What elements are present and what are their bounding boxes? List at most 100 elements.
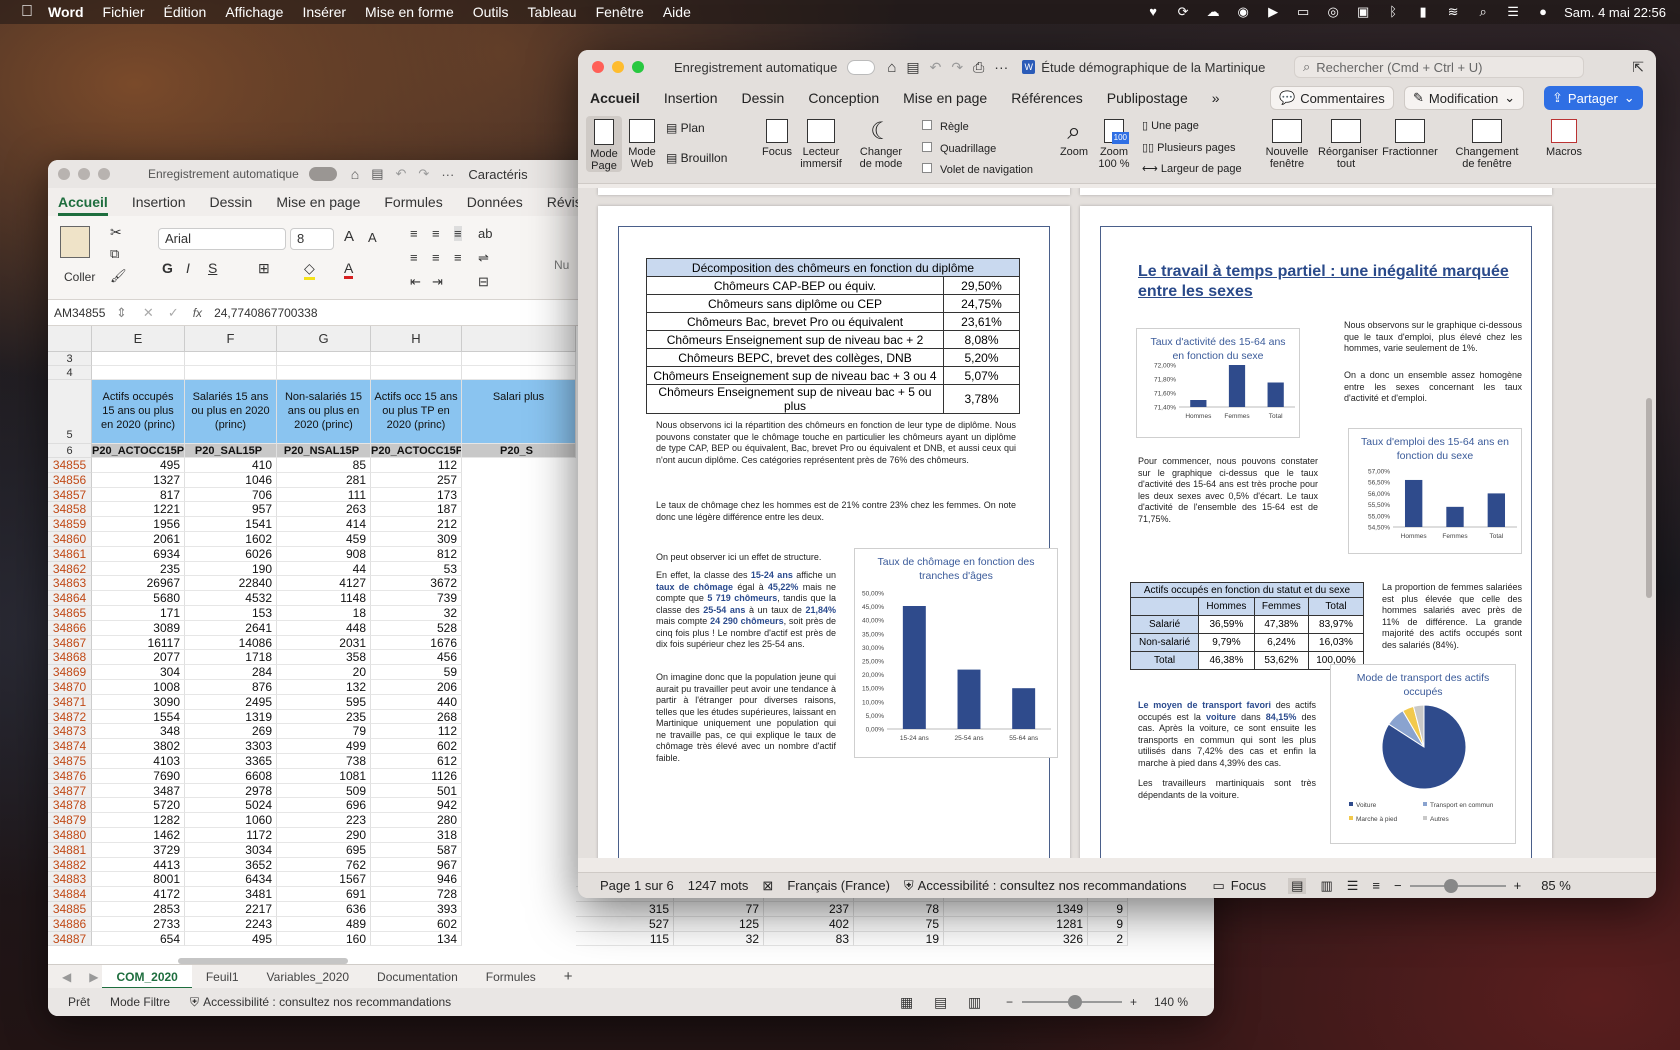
siri-icon[interactable]: ● [1534, 5, 1552, 19]
font-size-select[interactable]: 8 [290, 228, 334, 250]
mode-web-button[interactable]: Mode Web [624, 119, 660, 170]
data-cell[interactable]: 489 [277, 916, 371, 932]
data-cell[interactable]: 16117 [92, 635, 185, 651]
menu-affichage[interactable]: Affichage [225, 4, 283, 20]
data-cell[interactable]: 967 [371, 857, 462, 873]
namebox-stepper-icon[interactable]: ⇕ [116, 305, 127, 321]
data-cell[interactable]: 654 [92, 931, 185, 947]
column-title-cell[interactable]: Actifs occupés 15 ans ou plus en 2020 (p… [92, 380, 185, 444]
data-cell[interactable]: 206 [371, 680, 462, 695]
row-header[interactable]: 34866 [48, 620, 92, 636]
data-cell[interactable]: 190 [185, 561, 277, 577]
row-header[interactable]: 34858 [48, 502, 92, 518]
column-title-cell[interactable]: Salari plus [462, 380, 576, 444]
row-header[interactable]: 34861 [48, 546, 92, 562]
tab-formules[interactable]: Formules [384, 194, 442, 216]
orientation-icon[interactable]: ab [478, 226, 492, 241]
data-cell[interactable]: 44 [277, 561, 371, 577]
data-cell[interactable]: 3652 [185, 857, 277, 873]
shrink-font-icon[interactable]: A [368, 230, 377, 245]
data-cell[interactable]: 358 [277, 650, 371, 666]
data-cell[interactable]: 19 [854, 931, 944, 947]
data-cell[interactable]: 18 [277, 606, 371, 621]
focus-icon[interactable]: ▭ [1212, 878, 1224, 894]
data-cell[interactable]: 112 [371, 458, 462, 473]
row-header[interactable]: 34874 [48, 739, 92, 754]
row-header[interactable]: 34871 [48, 694, 92, 710]
row-header[interactable]: 5 [48, 380, 92, 444]
data-cell[interactable]: 2495 [185, 694, 277, 710]
data-cell[interactable]: 414 [277, 517, 371, 532]
data-cell[interactable]: 2031 [277, 635, 371, 651]
data-cell[interactable]: 3303 [185, 739, 277, 754]
empty-cell[interactable] [462, 366, 576, 380]
row-header[interactable]: 34860 [48, 532, 92, 547]
data-cell[interactable]: 281 [277, 472, 371, 488]
control-center-icon[interactable]: ☰ [1504, 5, 1522, 19]
data-cell[interactable]: 3672 [371, 576, 462, 592]
data-cell[interactable]: 4532 [185, 591, 277, 606]
row-header[interactable]: 34877 [48, 783, 92, 799]
status-page[interactable]: Page 1 sur 6 [600, 878, 674, 893]
cloud-icon[interactable]: ☁ [1204, 5, 1222, 19]
bluetooth-icon[interactable]: ᛒ [1384, 5, 1402, 19]
data-cell[interactable]: 1327 [92, 472, 185, 488]
empty-cell[interactable] [462, 352, 576, 366]
macros-button[interactable]: Macros [1542, 119, 1586, 158]
data-cell[interactable]: 812 [371, 546, 462, 562]
data-cell[interactable]: 1060 [185, 813, 277, 828]
data-cell[interactable]: 268 [371, 709, 462, 725]
grow-font-icon[interactable]: A [344, 228, 354, 245]
row-header[interactable]: 34886 [48, 916, 92, 932]
row-header[interactable]: 34855 [48, 458, 92, 473]
indent-increase-icon[interactable]: ⇥ [432, 274, 443, 290]
data-cell[interactable]: 212 [371, 517, 462, 532]
data-cell[interactable]: 304 [92, 665, 185, 680]
sync-icon[interactable]: ⟳ [1174, 5, 1192, 19]
accessibility-icon[interactable]: ⛨ [904, 878, 914, 894]
minimize-button[interactable] [612, 61, 624, 73]
data-cell[interactable]: 4413 [92, 857, 185, 873]
data-cell[interactable]: 6934 [92, 546, 185, 562]
gridlines-checkbox[interactable]: Quadrillage [922, 142, 996, 155]
row-header[interactable]: 34881 [48, 842, 92, 858]
align-left-icon[interactable]: ≡ [410, 250, 418, 265]
web-layout-icon[interactable]: ▥ [1320, 878, 1332, 894]
new-window-button[interactable]: Nouvelle fenêtre [1262, 119, 1312, 170]
data-cell[interactable]: 32 [674, 931, 764, 947]
tab-donnees[interactable]: Données [467, 194, 523, 216]
column-header[interactable]: E [92, 326, 185, 352]
sheet-tab-variables[interactable]: Variables_2020 [253, 970, 364, 984]
immersive-reader-button[interactable]: Lecteur immersif [798, 119, 844, 170]
zoom-out-icon[interactable]: − [1006, 995, 1013, 1009]
search-icon[interactable]: ⌕ [1474, 5, 1492, 19]
menu-app-name[interactable]: Word [48, 4, 84, 20]
data-cell[interactable]: 440 [371, 694, 462, 710]
data-cell[interactable]: 1541 [185, 517, 277, 532]
data-cell[interactable]: 5024 [185, 798, 277, 814]
data-cell[interactable]: 171 [92, 606, 185, 621]
airdrop-icon[interactable]: ◎ [1324, 5, 1342, 19]
zoom-level[interactable]: 140 % [1154, 995, 1188, 1009]
page-layout-icon[interactable]: ▤ [934, 994, 947, 1011]
merge-icon[interactable]: ⊟ [478, 274, 489, 290]
column-title-cell[interactable]: Non-salariés 15 ans ou plus en 2020 (pri… [277, 380, 371, 444]
data-cell[interactable]: 280 [371, 813, 462, 828]
fx-icon[interactable]: fx [193, 306, 202, 320]
row-header[interactable]: 6 [48, 444, 92, 458]
zoom-button[interactable] [632, 61, 644, 73]
row-header[interactable]: 34870 [48, 680, 92, 695]
data-cell[interactable]: 160 [277, 931, 371, 947]
zoom-button[interactable]: ⌕ Zoom [1058, 119, 1090, 159]
data-cell[interactable]: 636 [277, 902, 371, 917]
tab-publipostage[interactable]: Publipostage [1107, 90, 1188, 106]
data-cell[interactable]: 410 [185, 458, 277, 473]
row-header[interactable]: 34857 [48, 487, 92, 503]
data-cell[interactable]: 3034 [185, 842, 277, 858]
zoom-slider-thumb[interactable] [1068, 995, 1082, 1009]
data-cell[interactable]: 3090 [92, 694, 185, 710]
data-cell[interactable]: 1282 [92, 813, 185, 828]
formula-input[interactable]: 24,7740867700338 [214, 306, 317, 320]
data-cell[interactable]: 32 [371, 606, 462, 621]
empty-cell[interactable] [277, 366, 371, 380]
